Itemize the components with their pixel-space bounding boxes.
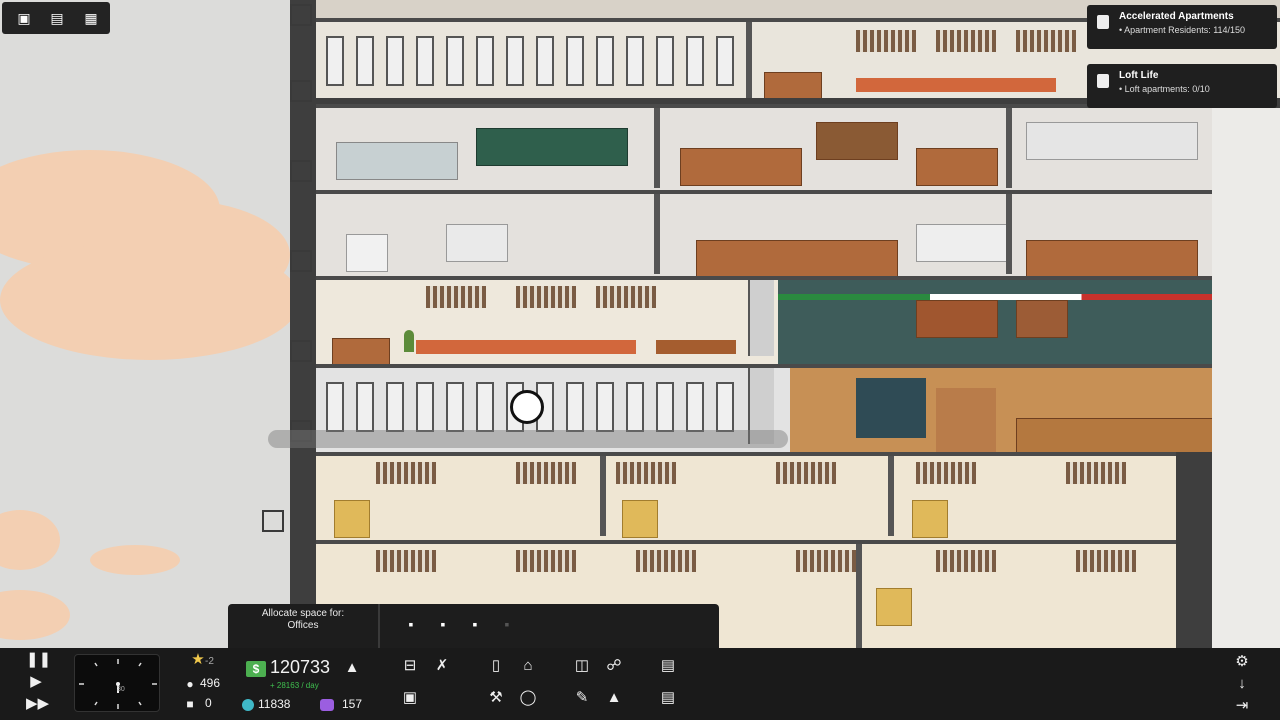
scaffold (290, 80, 312, 102)
building-icon[interactable]: ▦ (80, 8, 102, 28)
download-icon[interactable]: ↓ (1232, 674, 1252, 694)
office-icon[interactable]: ▯ (486, 656, 506, 676)
tools-icon[interactable]: ✗ (432, 656, 452, 676)
fire-truck-icon[interactable]: ▣ (400, 688, 420, 708)
notification-title: Accelerated Apartments (1119, 11, 1234, 22)
box-icon[interactable]: ◫ (572, 656, 592, 676)
document-icon (1097, 74, 1109, 88)
bottom-bar: ❚❚ ▶ ▶▶ ★ -2 ● 496 ■ 0 $ 120733 + 28163 … (0, 648, 1280, 720)
chart-icon[interactable]: ▤ (658, 688, 678, 708)
scaffold (290, 250, 312, 272)
population-count: 496 (200, 676, 221, 690)
scaffold (290, 4, 312, 26)
research-icon (242, 699, 254, 711)
pause-icon[interactable]: ❚❚ (26, 650, 51, 670)
exit-icon[interactable]: ⇥ (1232, 696, 1252, 716)
fast-forward-icon[interactable]: ▶▶ (26, 694, 49, 714)
scaffold (290, 340, 312, 362)
influence-points: 157 (342, 697, 363, 711)
notification-detail: • Apartment Residents: 114/150 (1119, 25, 1246, 35)
windows-icon[interactable]: ▣ (13, 8, 35, 28)
floor-office-restaurant[interactable] (316, 276, 1280, 364)
marble-wall (1212, 108, 1280, 648)
view-toolbar: ▣ ▤ ▦ (2, 2, 110, 34)
settings-icon[interactable]: ⚙ (1232, 652, 1252, 672)
shopping-cart-icon[interactable]: ◯ (518, 688, 538, 708)
cloud (90, 545, 180, 575)
clock-face (79, 659, 157, 709)
scaffold (290, 160, 312, 182)
construction-dust (268, 430, 788, 448)
vacancy-icon: ■ (186, 697, 194, 711)
office-locked-icon: ▪ (504, 616, 510, 632)
allocate-label: Allocate space for: Offices (228, 608, 378, 632)
daily-income: + 28163 / day (270, 681, 319, 690)
notification-detail: • Loft apartments: 0/10 (1119, 84, 1210, 94)
paint-brush-icon[interactable]: ✎ (572, 688, 592, 708)
floor-offices-1[interactable] (316, 452, 1176, 540)
clock-label: 30 (117, 686, 125, 693)
research-points: 11838 (258, 697, 291, 711)
star-rating-change: -2 (205, 656, 214, 667)
cloud (0, 590, 70, 640)
allocate-label-line1: Allocate space for: (261, 608, 345, 619)
goal-notification-accelerated-apartments[interactable]: Accelerated Apartments • Apartment Resid… (1087, 5, 1277, 49)
money-icon: $ (246, 661, 266, 677)
floor-shops-1[interactable] (316, 104, 1216, 190)
document-icon (1097, 15, 1109, 29)
elevator-icon[interactable]: ⊟ (400, 656, 420, 676)
floor-shops-2[interactable] (316, 190, 1216, 276)
allocate-label-line2: Offices (287, 620, 319, 631)
divider (378, 604, 380, 648)
vacancy-count: 0 (205, 696, 212, 710)
office-large-icon[interactable]: ▪ (466, 616, 484, 632)
home-icon[interactable]: ⌂ (518, 656, 538, 676)
handshake-icon[interactable]: ☍ (604, 656, 624, 676)
money-balance: 120733 (270, 657, 331, 677)
population-icon: ● (186, 677, 194, 691)
cloud (0, 240, 300, 360)
scaffold (262, 510, 284, 532)
influence-icon (320, 699, 334, 711)
document-icon[interactable]: ▤ (658, 656, 678, 676)
build-cursor-icon (510, 390, 544, 424)
office-medium-icon[interactable]: ▪ (434, 616, 452, 632)
bank-icon[interactable]: ▲ (342, 658, 362, 678)
notification-title: Loft Life (1119, 70, 1159, 81)
goal-notification-loft-life[interactable]: Loft Life • Loft apartments: 0/10 (1087, 64, 1277, 108)
landscape-icon[interactable]: ▲ (604, 688, 624, 708)
cloud (0, 510, 60, 570)
office-small-icon[interactable]: ▪ (402, 616, 420, 632)
clock[interactable]: 30 (74, 654, 160, 712)
restaurant-icon[interactable]: ⚒ (486, 688, 506, 708)
stats-icon[interactable]: ▤ (46, 8, 68, 28)
allocate-space-panel: Allocate space for: Offices ▪ ▪ ▪ ▪ (228, 604, 719, 648)
play-icon[interactable]: ▶ (26, 672, 46, 692)
